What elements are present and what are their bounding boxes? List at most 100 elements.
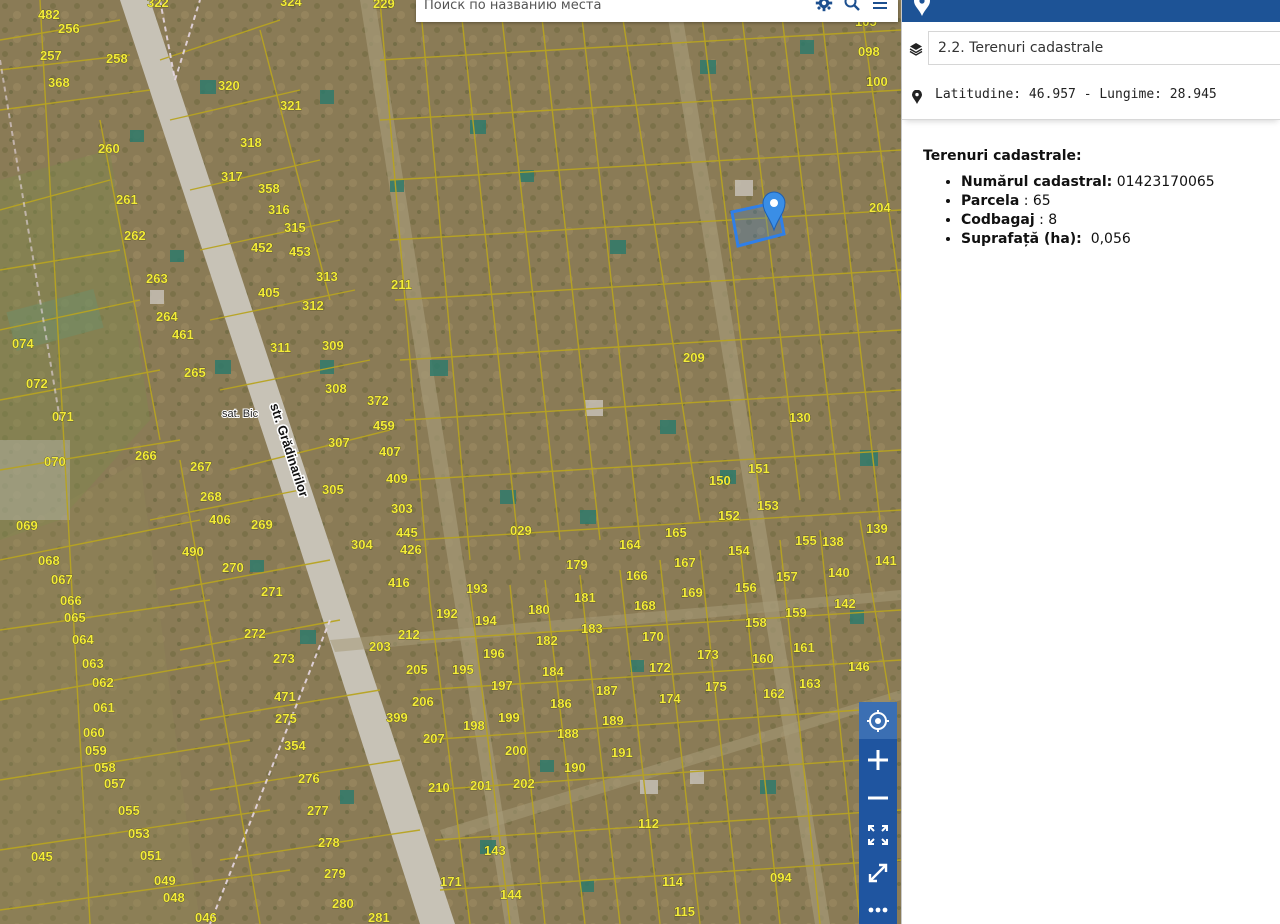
plot-number-label: 170 <box>642 629 664 644</box>
locate-button[interactable] <box>859 702 897 739</box>
fullscreen-button[interactable] <box>859 854 897 891</box>
plot-number-label: 191 <box>611 745 633 760</box>
plot-number-label: 180 <box>528 602 550 617</box>
coordinates-text: Latitudine: 46.957 - Lungime: 28.945 <box>935 87 1217 102</box>
fit-extent-button[interactable] <box>859 816 897 853</box>
plot-number-label: 144 <box>500 887 522 902</box>
field-value: : 8 <box>1034 212 1058 228</box>
plot-number-label: 471 <box>274 689 296 704</box>
field-label: Codbagaj <box>961 212 1035 228</box>
plot-number-label: 269 <box>251 517 273 532</box>
parcel-attributes-list: Numărul cadastral: 01423170065 Parcela :… <box>923 174 1268 247</box>
plot-number-label: 173 <box>697 647 719 662</box>
plot-number-label: 315 <box>284 220 306 235</box>
plot-number-label: 155 <box>795 533 817 548</box>
field-value: 01423170065 <box>1112 174 1215 190</box>
plot-number-label: 157 <box>776 569 798 584</box>
village-name-label: sat. Bic <box>222 408 259 420</box>
minus-icon <box>866 786 890 810</box>
plot-number-label: 207 <box>423 731 445 746</box>
plot-number-label: 055 <box>118 803 140 818</box>
hamburger-menu-icon[interactable] <box>871 0 889 12</box>
list-item: Parcela : 65 <box>961 193 1268 209</box>
plus-icon <box>866 748 890 772</box>
plot-number-label: 150 <box>709 473 731 488</box>
plot-number-label: 452 <box>251 240 273 255</box>
plot-number-label: 197 <box>491 678 513 693</box>
field-label: Parcela <box>961 193 1020 209</box>
plot-number-label: 358 <box>258 181 280 196</box>
plot-number-label: 210 <box>428 780 450 795</box>
plot-number-label: 071 <box>52 409 74 424</box>
search-input[interactable] <box>424 0 804 15</box>
plot-number-label: 312 <box>302 298 324 313</box>
info-panel: 2.2. Terenuri cadastrale Latitudine: 46.… <box>901 0 1280 924</box>
plot-number-label: 204 <box>869 200 891 215</box>
info-title: Terenuri cadastrale: <box>923 148 1082 164</box>
plot-number-label: 407 <box>379 444 401 459</box>
plot-number-label: 212 <box>398 627 420 642</box>
plot-number-label: 063 <box>82 656 104 671</box>
plot-number-label: 174 <box>659 691 681 706</box>
plot-number-label: 317 <box>221 169 243 184</box>
plot-number-label: 061 <box>93 700 115 715</box>
plot-number-label: 189 <box>602 713 624 728</box>
plot-number-label: 198 <box>463 718 485 733</box>
plot-number-label: 060 <box>83 725 105 740</box>
plot-number-label: 203 <box>369 639 391 654</box>
plot-number-label: 184 <box>542 664 564 679</box>
plot-number-label: 459 <box>373 418 395 433</box>
plot-number-label: 264 <box>156 309 178 324</box>
plot-number-label: 267 <box>190 459 212 474</box>
field-value: 0,056 <box>1081 231 1131 247</box>
plot-number-label: 166 <box>626 568 648 583</box>
plot-number-label: 229 <box>373 0 395 11</box>
layer-select[interactable]: 2.2. Terenuri cadastrale <box>928 31 1280 65</box>
plot-number-label: 169 <box>681 585 703 600</box>
plot-number-label: 399 <box>386 710 408 725</box>
list-item: Suprafață (ha): 0,056 <box>961 231 1268 247</box>
plot-number-label: 112 <box>638 816 659 831</box>
plot-number-label: 141 <box>875 553 897 568</box>
plot-number-label: 151 <box>748 461 770 476</box>
zoom-out-button[interactable] <box>859 779 897 816</box>
plot-number-label: 303 <box>391 501 413 516</box>
plot-number-label: 172 <box>649 660 671 675</box>
plot-number-label: 066 <box>60 593 82 608</box>
gear-icon[interactable] <box>815 0 833 12</box>
plot-number-label: 354 <box>284 738 306 753</box>
plot-number-label: 272 <box>244 626 266 641</box>
plot-number-label: 281 <box>368 910 390 924</box>
plot-number-label: 276 <box>298 771 320 786</box>
plot-number-label: 257 <box>40 48 62 63</box>
plot-number-label: 206 <box>412 694 434 709</box>
plot-number-label: 143 <box>484 843 506 858</box>
plot-number-label: 313 <box>316 269 338 284</box>
plot-number-label: 320 <box>218 78 240 93</box>
plot-number-label: 160 <box>752 651 774 666</box>
field-label: Numărul cadastral: <box>961 174 1113 190</box>
plot-number-label: 048 <box>163 890 185 905</box>
plot-number-label: 045 <box>31 849 53 864</box>
search-icon[interactable] <box>843 0 861 12</box>
plot-number-label: 278 <box>318 835 340 850</box>
plot-number-label: 308 <box>325 381 347 396</box>
plot-number-label: 059 <box>85 743 107 758</box>
plot-number-label: 192 <box>436 606 458 621</box>
plot-number-label: 067 <box>51 572 73 587</box>
aerial-map-canvas[interactable]: 482256 322 324 229 257 258 368 320 321 098 100 260 3… <box>0 0 901 924</box>
plot-number-label: 139 <box>866 521 888 536</box>
plot-number-label: 416 <box>388 575 410 590</box>
list-item: Numărul cadastral: 01423170065 <box>961 174 1268 190</box>
plot-number-label: 200 <box>505 743 527 758</box>
plot-number-label: 179 <box>566 557 588 572</box>
map-view[interactable]: 482 256 322 324 229 257 258 368 320 321 098 100 260 3… <box>0 0 901 924</box>
plot-number-label: 279 <box>324 866 346 881</box>
crosshair-locate-icon <box>866 709 890 733</box>
more-button[interactable] <box>859 891 897 924</box>
zoom-in-button[interactable] <box>859 741 897 778</box>
plot-number-label: 205 <box>406 662 428 677</box>
plot-number-label: 193 <box>466 581 488 596</box>
location-pin-icon <box>912 89 922 108</box>
plot-number-label: 265 <box>184 365 206 380</box>
